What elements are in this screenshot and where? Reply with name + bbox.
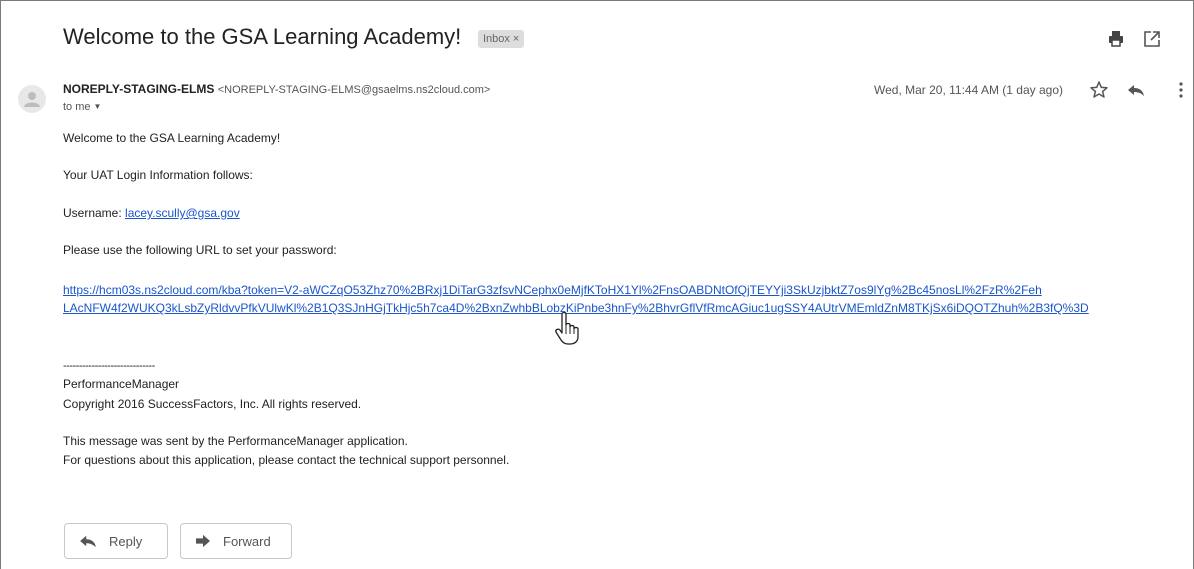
reply-icon[interactable] — [1126, 80, 1146, 100]
username-link[interactable]: lacey.scully@gsa.gov — [125, 206, 240, 220]
sent-by-text: This message was sent by the Performance… — [63, 434, 408, 448]
recipient-details-toggle[interactable]: to me ▼ — [63, 101, 101, 113]
email-date: Wed, Mar 20, 11:44 AM (1 day ago) — [874, 83, 1063, 97]
sender-address: <NOREPLY-STAGING-ELMS@gsaelms.ns2cloud.c… — [217, 84, 491, 96]
email-subject: Welcome to the GSA Learning Academy! — [63, 24, 462, 49]
reply-button[interactable]: Reply — [64, 523, 168, 559]
star-icon[interactable] — [1089, 80, 1109, 100]
sender-line: NOREPLY-STAGING-ELMS <NOREPLY-STAGING-EL… — [63, 82, 490, 96]
greeting-text: Welcome to the GSA Learning Academy! — [63, 131, 281, 145]
new-window-icon[interactable] — [1142, 29, 1162, 49]
forward-icon — [196, 534, 210, 548]
password-url-link-line-1[interactable]: https://hcm03s.ns2cloud.com/kba?token=V2… — [63, 283, 1042, 297]
more-vert-icon[interactable] — [1171, 80, 1191, 100]
username-line: Username: lacey.scully@gsa.gov — [63, 206, 240, 220]
reply-label: Reply — [109, 533, 143, 549]
chevron-down-icon: ▼ — [93, 102, 102, 111]
username-label: Username: — [63, 206, 126, 220]
support-text: For questions about this application, pl… — [63, 453, 510, 467]
forward-label: Forward — [223, 533, 271, 549]
avatar-icon — [24, 92, 40, 107]
label-text: Inbox — [483, 33, 510, 45]
remove-label-button[interactable]: × — [513, 33, 519, 45]
forward-button[interactable]: Forward — [180, 523, 292, 559]
avatar — [18, 85, 46, 113]
product-name-text: PerformanceManager — [63, 377, 180, 391]
recipient-text: to me — [63, 101, 91, 113]
password-url-link-line-2[interactable]: LAcNFW4f2WUKQ3kLsbZyRldvvPfkVUlwKl%2B1Q3… — [63, 301, 1089, 315]
reply-icon — [80, 535, 96, 548]
inbox-label-chip: Inbox × — [478, 30, 525, 48]
password-instruction-text: Please use the following URL to set your… — [63, 243, 337, 257]
copyright-text: Copyright 2016 SuccessFactors, Inc. All … — [63, 397, 362, 411]
print-icon[interactable] — [1106, 29, 1126, 49]
login-info-text: Your UAT Login Information follows: — [63, 168, 253, 182]
sender-name[interactable]: NOREPLY-STAGING-ELMS — [63, 82, 214, 96]
signature-separator: ----------------------------- — [63, 360, 155, 372]
